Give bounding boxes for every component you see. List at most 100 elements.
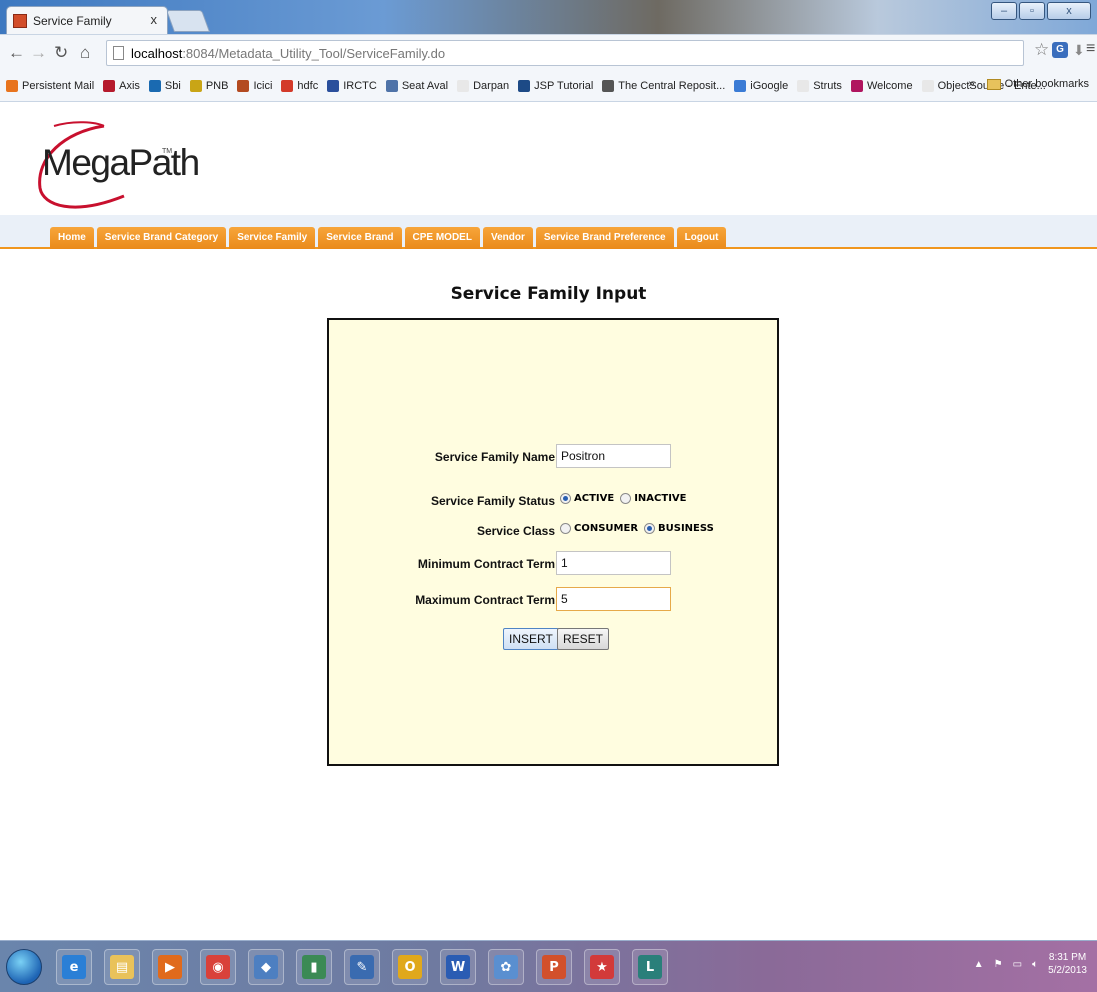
browser-tab[interactable]: Service Family x — [6, 6, 168, 34]
bookmark-star-icon[interactable]: ☆ — [1034, 40, 1049, 60]
nav-tab-service-brand-preference[interactable]: Service Brand Preference — [535, 227, 674, 249]
class-consumer-label: CONSUMER — [574, 523, 639, 534]
taskbar-sqldeveloper-icon[interactable]: ▮ — [296, 949, 332, 985]
bookmark-label: IRCTC — [343, 79, 377, 92]
maximize-button[interactable]: ▫ — [1019, 2, 1045, 20]
nav-tab-cpe-model[interactable]: CPE MODEL — [404, 227, 480, 249]
tab-close-icon[interactable]: x — [151, 12, 158, 27]
reset-button[interactable]: RESET — [557, 628, 610, 650]
service-class-label: Service Class — [476, 524, 555, 538]
bookmark-item[interactable]: hdfc — [281, 79, 318, 92]
minimum-contract-term-label: Minimum Contract Term — [417, 557, 555, 571]
other-bookmarks-label: Other bookmarks — [1004, 78, 1089, 90]
bookmark-item[interactable]: Sbi — [148, 79, 181, 92]
service-family-form: Service Family Name Service Family Statu… — [327, 318, 779, 766]
minimum-contract-term-input[interactable] — [556, 551, 671, 575]
taskbar-paint-icon[interactable]: ✿ — [488, 949, 524, 985]
main-navigation: Home Service Brand Category Service Family… — [0, 215, 1097, 249]
tab-title: Service Family — [33, 14, 112, 28]
bookmark-item[interactable]: Struts — [797, 79, 842, 92]
bookmark-label: Struts — [813, 79, 842, 92]
network-icon[interactable]: ▭ — [1013, 959, 1022, 970]
class-consumer-radio[interactable] — [560, 523, 571, 534]
status-row: Service Family Status — [329, 492, 555, 512]
bookmark-item[interactable]: The Central Reposit... — [602, 79, 725, 92]
bookmark-icon — [281, 79, 294, 92]
bookmark-label: Darpan — [473, 79, 510, 92]
logo-text: MegaPath — [42, 142, 200, 183]
nav-tab-home[interactable]: Home — [50, 227, 94, 249]
nav-tab-service-brand[interactable]: Service Brand — [318, 227, 402, 249]
system-tray: ▲ ⚑ ▭ 🔈︎ 8:31 PM 5/2/2013 — [974, 951, 1087, 977]
maximum-contract-term-input[interactable] — [556, 587, 671, 611]
status-radio-group: ACTIVE INACTIVE — [560, 493, 692, 504]
bookmark-item[interactable]: IRCTC — [327, 79, 377, 92]
clock[interactable]: 8:31 PM 5/2/2013 — [1048, 951, 1087, 977]
bookmark-icon — [518, 79, 531, 92]
bookmark-label: JSP Tutorial — [534, 79, 594, 92]
bookmark-item[interactable]: PNB — [189, 79, 229, 92]
bookmark-item[interactable]: iGoogle — [734, 79, 788, 92]
taskbar-lync-icon[interactable]: L — [632, 949, 668, 985]
bookmark-item[interactable]: Welcome — [850, 79, 913, 92]
tray-expand-icon[interactable]: ▲ — [974, 959, 984, 970]
bookmark-item[interactable]: Persistent Mail — [6, 79, 95, 92]
service-family-name-label: Service Family Name — [434, 450, 555, 464]
bookmarks-bar: Persistent Mail Axis Sbi PNB Icici hdfc IRCTC S… — [0, 70, 1097, 102]
form-title: Service Family Input — [450, 284, 647, 304]
bookmark-icon — [457, 79, 470, 92]
home-icon[interactable]: ⌂ — [80, 43, 90, 63]
status-inactive-radio[interactable] — [620, 493, 632, 504]
bookmark-label: Persistent Mail — [22, 79, 95, 92]
bookmark-item[interactable]: JSP Tutorial — [518, 79, 594, 92]
reload-icon[interactable]: ↻ — [54, 43, 68, 63]
taskbar-media-icon[interactable]: ▶ — [152, 949, 188, 985]
bookmark-icon — [734, 79, 747, 92]
flag-icon[interactable]: ⚑ — [994, 959, 1003, 970]
more-bookmarks-chevron[interactable]: » — [969, 78, 975, 90]
bookmark-label: PNB — [205, 79, 229, 92]
extension-icon[interactable]: G — [1052, 42, 1068, 58]
taskbar-word-icon[interactable]: W — [440, 949, 476, 985]
nav-tab-logout[interactable]: Logout — [676, 227, 727, 249]
new-tab-button[interactable] — [165, 10, 211, 32]
window-controls: – ▫ x — [991, 2, 1091, 20]
taskbar-powerpoint-icon[interactable]: P — [536, 949, 572, 985]
bookmark-item[interactable]: Icici — [237, 79, 272, 92]
taskbar-explorer-icon[interactable]: ▤ — [104, 949, 140, 985]
favicon-icon — [13, 14, 27, 28]
title-bar: Service Family x – ▫ x — [0, 0, 1097, 34]
bookmark-item[interactable]: Axis — [103, 79, 140, 92]
taskbar-chrome-icon[interactable]: ◉ — [200, 949, 236, 985]
status-active-radio[interactable] — [560, 493, 571, 504]
taskbar-star-icon[interactable]: ★ — [584, 949, 620, 985]
close-window-button[interactable]: x — [1047, 2, 1091, 20]
service-family-name-input[interactable] — [556, 444, 671, 468]
taskbar-ie-icon[interactable]: e — [56, 949, 92, 985]
class-business-radio[interactable] — [644, 523, 656, 534]
address-bar[interactable]: localhost:8084/Metadata_Utility_Tool/Ser… — [106, 40, 1024, 66]
nav-tab-service-family[interactable]: Service Family — [229, 227, 316, 249]
start-button[interactable] — [6, 949, 42, 985]
back-arrow-icon[interactable]: ← — [8, 43, 25, 63]
menu-icon[interactable]: ≡ — [1086, 40, 1095, 58]
taskbar-notes-icon[interactable]: ✎ — [344, 949, 380, 985]
page-icon — [113, 46, 124, 60]
nav-tab-vendor[interactable]: Vendor — [482, 227, 533, 249]
taskbar-apps: e ▤ ▶ ◉ ◆ ▮ ✎ O W ✿ P ★ L — [56, 949, 668, 985]
download-icon[interactable]: ⬇ — [1073, 42, 1085, 58]
bookmark-item[interactable]: Darpan — [457, 79, 510, 92]
volume-icon[interactable]: 🔈︎ — [1032, 959, 1038, 970]
other-bookmarks[interactable]: » Other bookmarks — [969, 78, 1090, 90]
megapath-logo: MegaPath TM — [34, 118, 200, 218]
browser-chrome: Service Family x – ▫ x ← → ↻ ⌂ localhost… — [0, 0, 1097, 102]
taskbar-virtualbox-icon[interactable]: ◆ — [248, 949, 284, 985]
insert-button[interactable]: INSERT — [503, 628, 559, 650]
minimize-button[interactable]: – — [991, 2, 1017, 20]
taskbar-outlook-icon[interactable]: O — [392, 949, 428, 985]
nav-tab-service-brand-category[interactable]: Service Brand Category — [96, 227, 227, 249]
bookmark-item[interactable]: Seat Aval — [385, 79, 448, 92]
forward-arrow-icon[interactable]: → — [30, 43, 47, 63]
bookmark-icon — [189, 79, 202, 92]
status-active-label: ACTIVE — [574, 493, 615, 504]
